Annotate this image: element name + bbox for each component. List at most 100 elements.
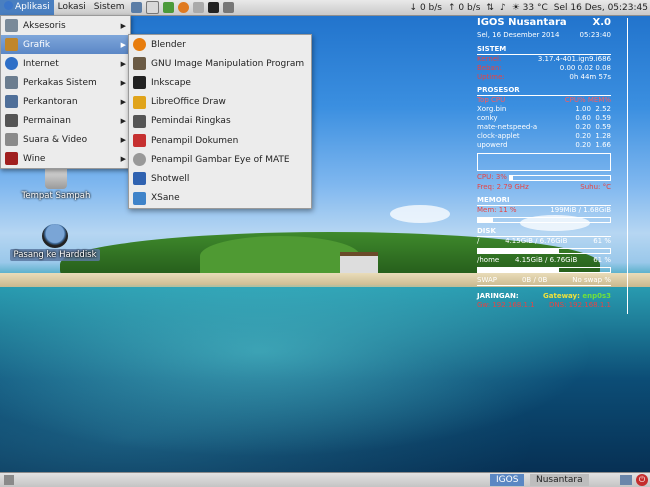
menu-item-grafik[interactable]: Grafik ▶ (1, 35, 130, 54)
gw-value: Gw: 192.168.1.1 (477, 301, 535, 309)
disk-root-bar-fill (478, 249, 559, 253)
show-desktop-icon[interactable] (4, 475, 14, 485)
scanner-icon (133, 114, 146, 128)
section-sistem: SISTEM (477, 45, 611, 55)
proc-name: mate-netspeed-a (477, 123, 538, 131)
app-blender[interactable]: Blender (129, 35, 311, 54)
app-shotwell[interactable]: Shotwell (129, 169, 311, 188)
menu-item-internet[interactable]: Internet ▶ (1, 54, 130, 73)
swap-label: SWAP (477, 276, 497, 284)
cpu-graph (477, 153, 611, 171)
distro-version: X.0 (592, 17, 611, 28)
menu-lokasi[interactable]: Lokasi (54, 0, 90, 15)
date-text: Sel, 16 Desember 2014 (477, 31, 560, 39)
firefox-launcher-icon[interactable] (177, 2, 189, 13)
install-label: Pasang ke Harddisk (10, 249, 100, 261)
xsane-icon (133, 191, 146, 205)
time-text: 05:23:40 (579, 31, 611, 39)
document-launcher-icon[interactable] (192, 2, 204, 13)
disk-root-value: 4.15GiB / 6.76GiB (505, 237, 568, 245)
top-panel: Aplikasi Lokasi Sistem ↓ 0 b/s ↑ 0 b/s ⇅… (0, 0, 650, 16)
proc-row: Xorg.bin 1.00 2.52 (477, 105, 611, 114)
screenshot-launcher-icon[interactable] (222, 2, 234, 13)
graphics-submenu: Blender GNU Image Manipulation Program I… (128, 34, 312, 209)
window-list-icon[interactable] (620, 475, 632, 485)
mem-bar (477, 217, 611, 223)
proc-mem: 1.66 (595, 141, 611, 149)
workspace-nusantara[interactable]: Nusantara (530, 474, 589, 486)
app-xsane[interactable]: XSane (129, 189, 311, 208)
trash-desktop-icon[interactable]: Tempat Sampah (20, 165, 92, 201)
sea (0, 285, 650, 475)
disk-home-bar (477, 267, 611, 273)
dns-value: DNS: 192.168.1.1 (549, 301, 611, 309)
net-speed-up[interactable]: ↑ 0 b/s (448, 3, 480, 13)
app-label: Shotwell (151, 173, 190, 184)
net-speed-down[interactable]: ↓ 0 b/s (410, 3, 442, 13)
menu-item-wine[interactable]: Wine ▶ (1, 149, 130, 168)
disk-home-row: /home 4.15GiB / 6.76GiB 61 % (477, 256, 611, 265)
file-manager-launcher-icon[interactable] (130, 2, 142, 13)
disk-home-value: 4.15GiB / 6.76GiB (515, 256, 578, 264)
temperature-value: 33 °C (522, 2, 548, 13)
cpu-label: CPU: 3% (477, 173, 507, 181)
menu-item-permainan[interactable]: Permainan ▶ (1, 111, 130, 130)
menu-sistem[interactable]: Sistem (90, 0, 129, 15)
workspace-igos[interactable]: IGOS (490, 474, 525, 486)
submenu-arrow-icon: ▶ (120, 116, 126, 125)
proc-mem: 2.52 (595, 105, 611, 113)
kernel-row: Kernel: 3.17.4-401.ign9.i686 (477, 55, 611, 64)
app-label: Blender (151, 39, 186, 50)
app-penampil-dokumen[interactable]: Penampil Dokumen (129, 131, 311, 150)
app-libreoffice-draw[interactable]: LibreOffice Draw (129, 93, 311, 112)
menu-item-label: Internet (23, 58, 59, 69)
gimp-icon (133, 57, 146, 71)
clock[interactable]: Sel 16 Des, 05:23:45 (554, 3, 648, 13)
shotwell-icon (133, 172, 146, 186)
wine-glass-icon (5, 152, 18, 165)
beban-label: Beban: (477, 64, 502, 72)
games-icon (5, 114, 18, 127)
distro-name: IGOS Nusantara (477, 17, 567, 28)
proc-name: Xorg.bin (477, 105, 507, 113)
menu-item-perkakas-sistem[interactable]: Perkakas Sistem ▶ (1, 73, 130, 92)
menu-item-aksesoris[interactable]: Aksesoris ▶ (1, 16, 130, 35)
menu-item-perkantoran[interactable]: Perkantoran ▶ (1, 92, 130, 111)
app-gimp[interactable]: GNU Image Manipulation Program (129, 54, 311, 73)
proc-header-name: Top CPU (477, 96, 506, 104)
section-prosesor: PROSESOR (477, 86, 611, 96)
power-icon[interactable]: ⏻ (636, 474, 648, 486)
menu-item-suara-video[interactable]: Suara & Video ▶ (1, 130, 130, 149)
submenu-arrow-icon: ▶ (120, 40, 126, 49)
spreadsheet-launcher-icon[interactable] (162, 2, 174, 13)
install-desktop-icon[interactable]: Pasang ke Harddisk (10, 224, 100, 261)
temperature[interactable]: ☀ 33 °C (512, 3, 548, 13)
blender-icon (133, 38, 146, 52)
cpu-bar-fill (510, 176, 513, 180)
install-harddisk-icon (42, 224, 68, 248)
menu-item-label: Aksesoris (23, 20, 66, 31)
disk-root-label: / (477, 237, 480, 245)
sound-video-icon (5, 133, 18, 146)
menu-aplikasi[interactable]: Aplikasi (0, 0, 54, 15)
disk-home-pct: 61 % (593, 256, 611, 264)
image-viewer-icon (133, 153, 146, 167)
app-inkscape[interactable]: Inkscape (129, 73, 311, 92)
disk-home-label: /home (477, 256, 500, 264)
app-eye-of-mate[interactable]: Penampil Gambar Eye of MATE (129, 150, 311, 169)
menu-item-label: Grafik (23, 39, 51, 50)
trash-label: Tempat Sampah (21, 191, 91, 201)
section-memori: MEMORI (477, 196, 611, 206)
cpu-bar (509, 175, 611, 181)
app-pemindai-ringkas[interactable]: Pemindai Ringkas (129, 112, 311, 131)
text-editor-launcher-icon[interactable] (145, 1, 159, 14)
freq-label: Freq: 2.79 GHz (477, 183, 529, 191)
proc-cpu: 1.00 (575, 105, 591, 113)
proc-row: conky 0.60 0.59 (477, 114, 611, 123)
terminal-launcher-icon[interactable] (207, 2, 219, 13)
proc-mem: 0.59 (595, 114, 611, 122)
submenu-arrow-icon: ▶ (120, 135, 126, 144)
accessories-icon (5, 19, 18, 32)
volume-icon[interactable]: ♪ (500, 3, 506, 13)
network-icon[interactable]: ⇅ (486, 3, 494, 13)
